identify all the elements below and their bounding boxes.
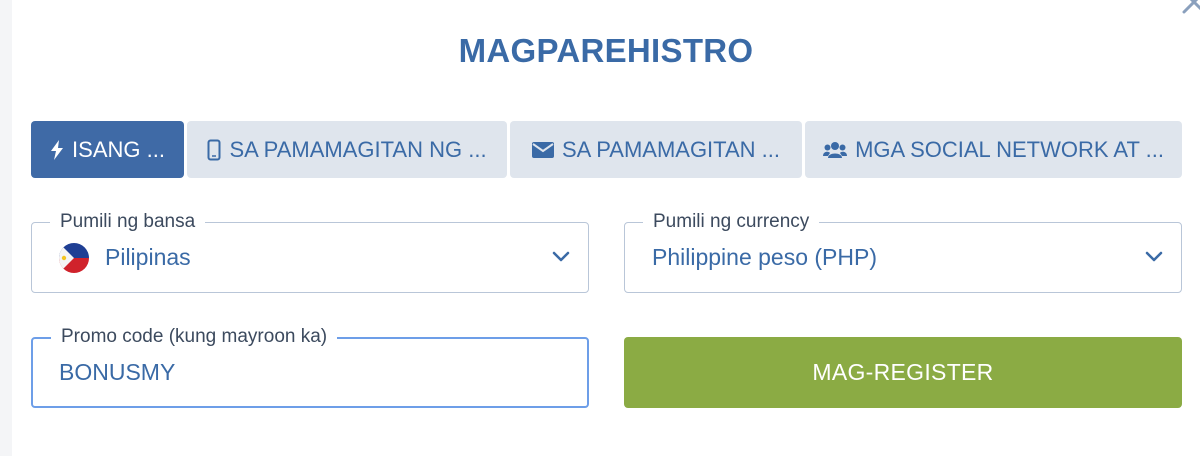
tab-label: ISANG ... (72, 136, 165, 162)
page-title: MAGPAREHISTRO (458, 32, 754, 69)
chevron-down-icon (552, 251, 570, 261)
philippines-flag-icon (59, 242, 89, 273)
promo-code-field: Promo code (kung mayroon ka) (31, 325, 589, 408)
tab-one-click[interactable]: ISANG ... (31, 121, 184, 178)
registration-method-tabs: ISANG ... SA PAMAMAGITAN NG ... SA PAMAM… (31, 121, 1182, 178)
close-icon[interactable] (1178, 0, 1200, 20)
tab-social-networks[interactable]: MGA SOCIAL NETWORK AT ... (805, 121, 1182, 178)
tab-label: SA PAMAMAGITAN NG ... (229, 136, 487, 162)
users-icon (823, 141, 848, 159)
tab-label: SA PAMAMAGITAN ... (561, 136, 780, 162)
promo-code-input[interactable] (59, 339, 559, 406)
country-select-value: Pilipinas (105, 244, 191, 270)
currency-select[interactable]: Pumili ng currency Philippine peso (PHP) (624, 210, 1182, 293)
chevron-down-icon (1145, 251, 1163, 261)
register-button[interactable]: MAG-REGISTER (624, 337, 1182, 408)
lightning-icon (50, 139, 64, 160)
country-select[interactable]: Pumili ng bansa Pilipinas (31, 210, 589, 293)
phone-icon (207, 139, 221, 161)
tab-by-phone[interactable]: SA PAMAMAGITAN NG ... (187, 121, 507, 178)
currency-select-value: Philippine peso (PHP) (652, 244, 878, 270)
tab-by-email[interactable]: SA PAMAMAGITAN ... (510, 121, 802, 178)
tab-label: MGA SOCIAL NETWORK AT ... (855, 136, 1164, 162)
envelope-icon (531, 141, 554, 158)
